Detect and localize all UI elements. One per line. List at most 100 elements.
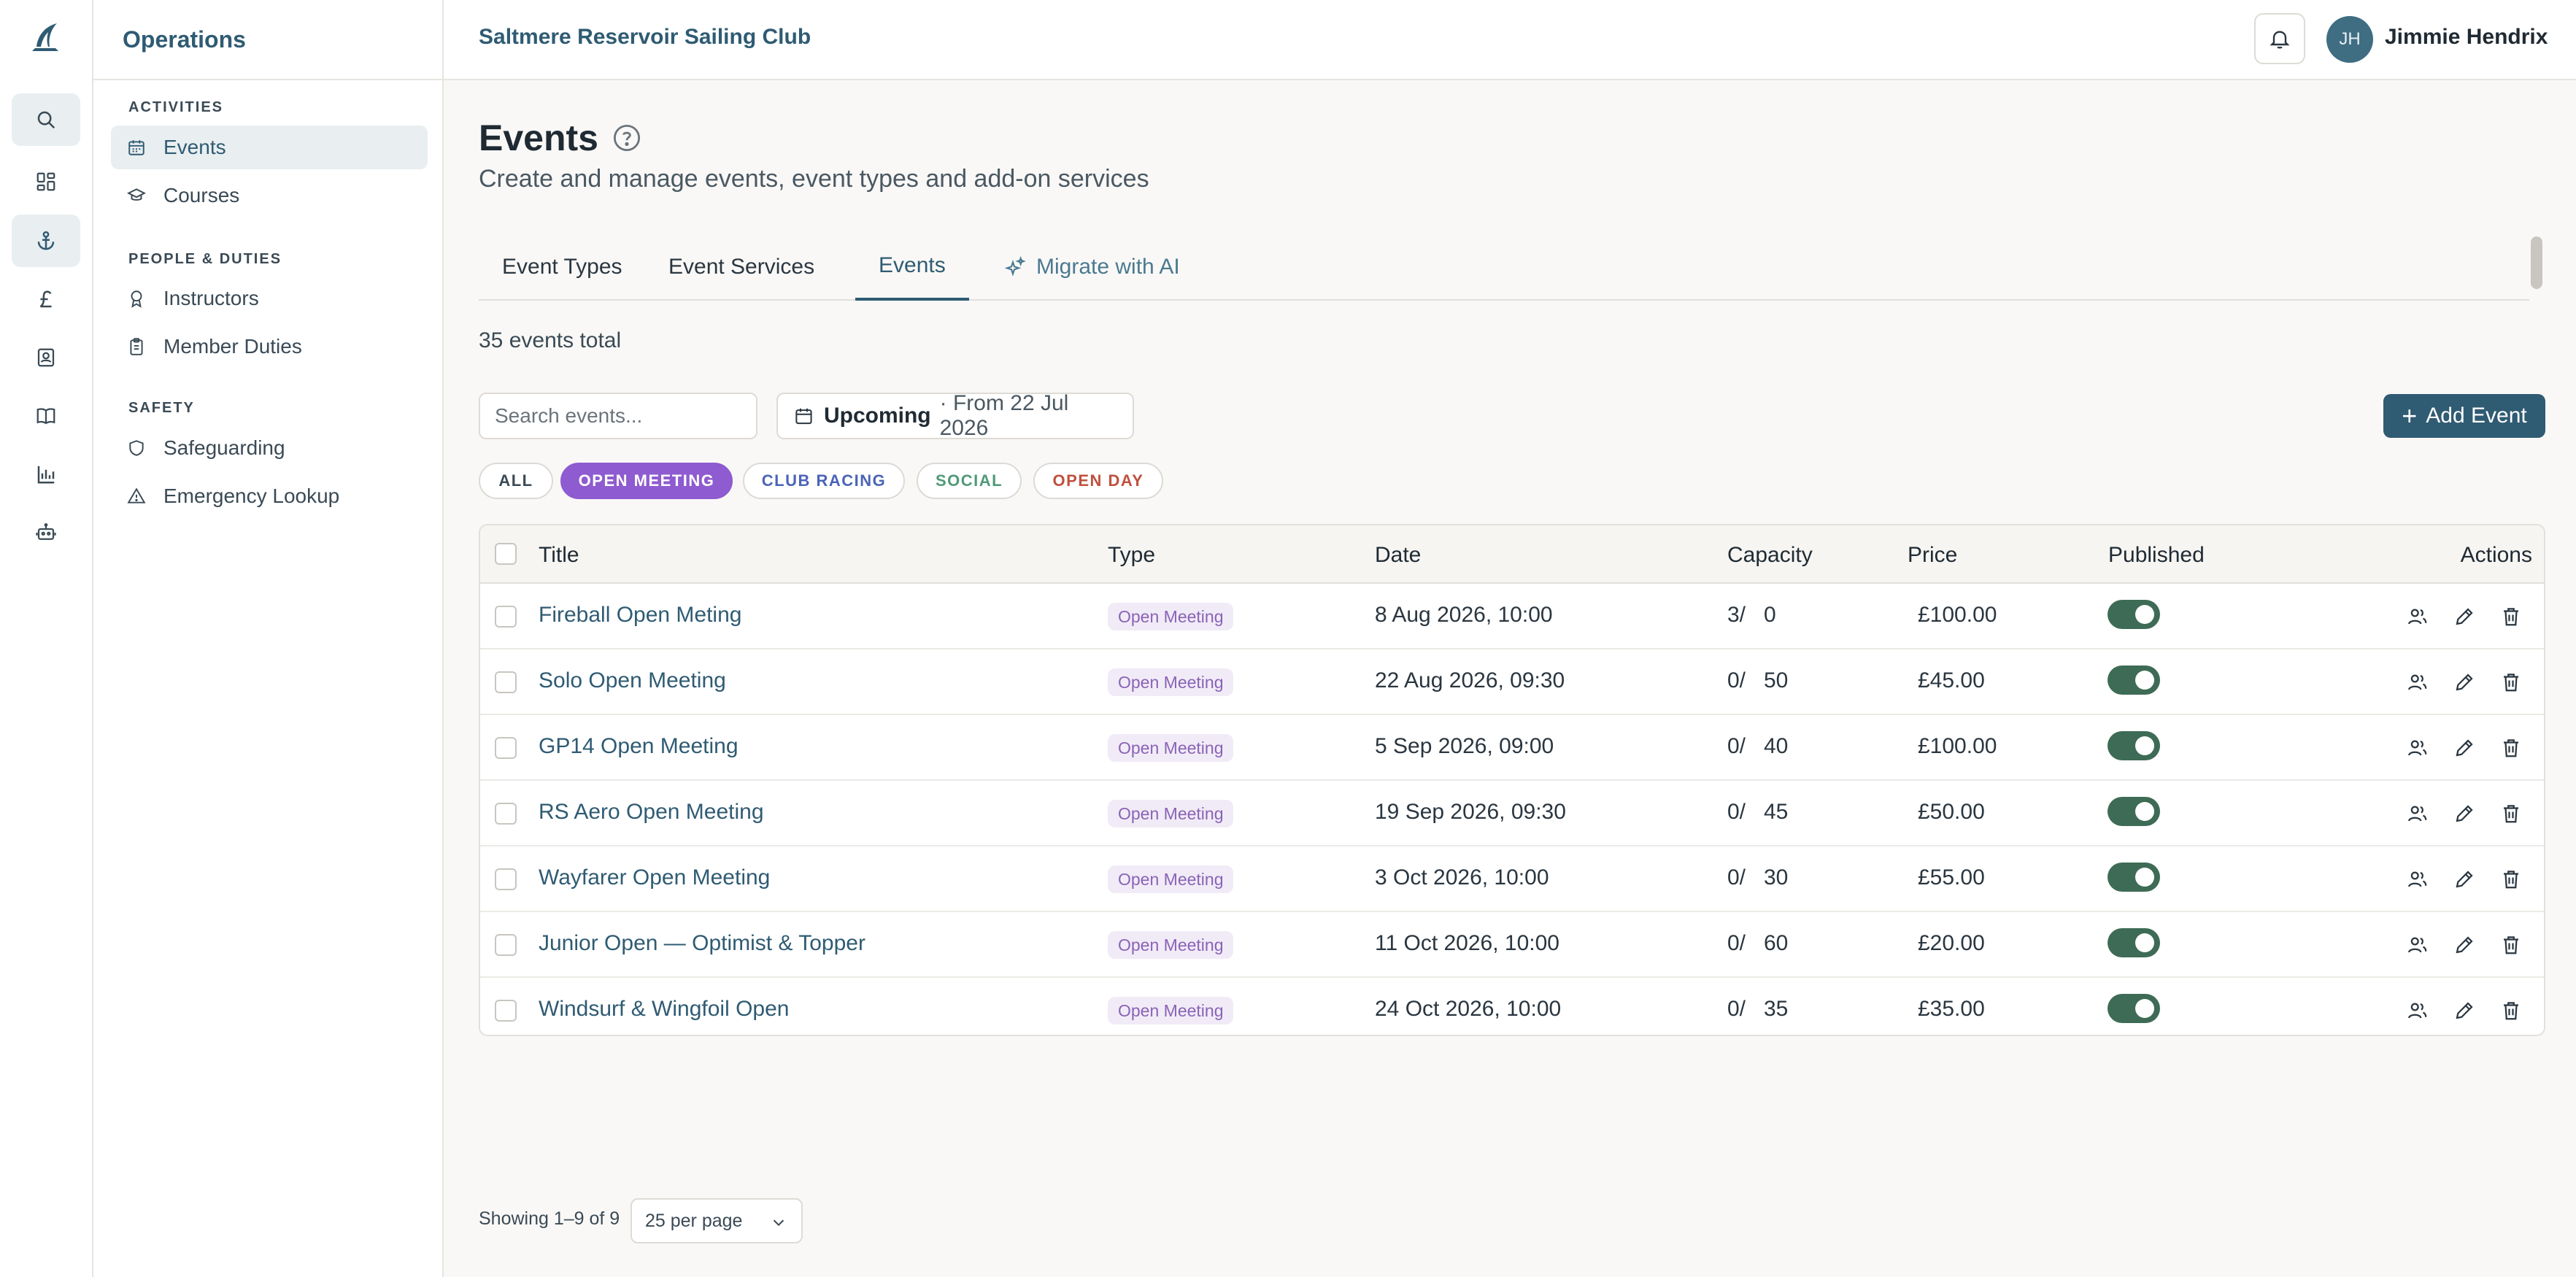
event-title-link[interactable]: Wayfarer Open Meeting xyxy=(539,865,770,890)
tab-event-types[interactable]: Event Types xyxy=(479,234,646,301)
rail-assistant-button[interactable] xyxy=(12,506,80,559)
attendees-button[interactable] xyxy=(2407,868,2429,890)
table-row[interactable]: Solo Open Meeting Open Meeting 22 Aug 2026… xyxy=(480,649,2544,715)
row-checkbox[interactable] xyxy=(495,671,517,693)
column-capacity[interactable]: Capacity xyxy=(1727,543,1813,568)
column-title[interactable]: Title xyxy=(539,543,579,568)
event-booked: 0/ xyxy=(1727,931,1746,955)
delete-trash-icon xyxy=(2504,674,2518,692)
edit-pencil-button[interactable] xyxy=(2453,868,2475,890)
row-checkbox[interactable] xyxy=(495,934,517,956)
column-type[interactable]: Type xyxy=(1108,543,1155,568)
event-title-link[interactable]: Junior Open — Optimist & Topper xyxy=(539,931,865,956)
delete-trash-button[interactable] xyxy=(2500,737,2522,759)
published-toggle[interactable] xyxy=(2108,600,2160,629)
date-filter-label: Upcoming xyxy=(823,404,931,428)
delete-trash-button[interactable] xyxy=(2500,934,2522,956)
edit-pencil-button[interactable] xyxy=(2453,737,2475,759)
row-checkbox[interactable] xyxy=(495,606,517,628)
sidebar-item-courses[interactable]: Courses xyxy=(111,174,428,217)
published-toggle[interactable] xyxy=(2108,928,2160,957)
tab-event-services[interactable]: Event Services xyxy=(645,234,838,301)
rail-members-button[interactable] xyxy=(12,331,80,384)
event-title-link[interactable]: Fireball Open Meting xyxy=(539,603,741,628)
column-date[interactable]: Date xyxy=(1375,543,1421,568)
date-filter-detail: · From 22 Jul 2026 xyxy=(939,391,1069,440)
sidebar-section-people: PEOPLE & DUTIES xyxy=(128,251,282,267)
attendees-button[interactable] xyxy=(2407,737,2429,759)
per-page-select[interactable]: 25 per page xyxy=(630,1198,803,1243)
rail-search-button[interactable] xyxy=(12,93,80,146)
attendees-button[interactable] xyxy=(2407,606,2429,628)
attendees-button[interactable] xyxy=(2407,934,2429,956)
avatar[interactable]: JH xyxy=(2326,16,2373,63)
add-event-label: Add Event xyxy=(2426,404,2527,428)
edit-pencil-button[interactable] xyxy=(2453,606,2475,628)
edit-pencil-button[interactable] xyxy=(2453,934,2475,956)
table-row[interactable]: Wayfarer Open Meeting Open Meeting 3 Oct 2… xyxy=(480,846,2544,912)
table-row[interactable]: Windsurf & Wingfoil Open Open Meeting 24 O… xyxy=(480,978,2544,1035)
rail-dashboard-button[interactable] xyxy=(12,155,80,208)
help-circle-icon[interactable] xyxy=(612,123,642,153)
table-row[interactable]: GP14 Open Meeting Open Meeting 5 Sep 2026,… xyxy=(480,715,2544,781)
user-name[interactable]: Jimmie Hendrix xyxy=(2385,25,2548,50)
tabs-scrollbar[interactable] xyxy=(2531,236,2542,289)
published-toggle[interactable] xyxy=(2108,731,2160,760)
attendees-button[interactable] xyxy=(2407,671,2429,693)
event-title-link[interactable]: Windsurf & Wingfoil Open xyxy=(539,997,789,1022)
published-toggle[interactable] xyxy=(2108,863,2160,892)
sidebar-item-member-duties[interactable]: Member Duties xyxy=(111,325,428,369)
tab-migrate-with-ai[interactable]: Migrate with AI xyxy=(981,234,1203,301)
filter-chip-open-meeting[interactable]: OPEN MEETING xyxy=(560,463,733,499)
published-toggle[interactable] xyxy=(2108,797,2160,826)
date-filter-button[interactable]: Upcoming · From 22 Jul 2026 xyxy=(776,391,1134,440)
club-logo-sail-icon[interactable] xyxy=(26,19,64,57)
event-price: £35.00 xyxy=(1918,997,1985,1021)
rail-finance-button[interactable] xyxy=(12,273,80,325)
attendees-button[interactable] xyxy=(2407,803,2429,825)
edit-pencil-button[interactable] xyxy=(2453,803,2475,825)
event-title-link[interactable]: RS Aero Open Meeting xyxy=(539,800,764,825)
event-price: £45.00 xyxy=(1918,668,1985,692)
event-title-link[interactable]: Solo Open Meeting xyxy=(539,668,726,693)
rail-operations-button[interactable] xyxy=(12,215,80,267)
rail-reports-button[interactable] xyxy=(12,448,80,501)
row-checkbox[interactable] xyxy=(495,868,517,890)
table-row[interactable]: Junior Open — Optimist & Topper Open Meet… xyxy=(480,912,2544,978)
sidebar-item-instructors[interactable]: Instructors xyxy=(111,277,428,320)
tab-events[interactable]: Events xyxy=(855,234,969,301)
delete-trash-button[interactable] xyxy=(2500,1000,2522,1022)
filter-chip-social[interactable]: SOCIAL xyxy=(917,463,1022,499)
event-title-link[interactable]: GP14 Open Meeting xyxy=(539,734,739,759)
select-all-checkbox[interactable] xyxy=(495,543,517,565)
row-checkbox[interactable] xyxy=(495,1000,517,1022)
column-price[interactable]: Price xyxy=(1908,543,1957,568)
sidebar-item-safeguarding[interactable]: Safeguarding xyxy=(111,426,428,470)
delete-trash-button[interactable] xyxy=(2500,803,2522,825)
attendees-button[interactable] xyxy=(2407,1000,2429,1022)
published-toggle[interactable] xyxy=(2108,665,2160,695)
contact-card-icon xyxy=(37,348,55,367)
row-checkbox[interactable] xyxy=(495,737,517,759)
delete-trash-button[interactable] xyxy=(2500,606,2522,628)
delete-trash-button[interactable] xyxy=(2500,671,2522,693)
published-toggle[interactable] xyxy=(2108,994,2160,1023)
search-input[interactable] xyxy=(479,393,757,439)
dashboard-icon xyxy=(36,172,55,191)
sidebar-item-events[interactable]: Events xyxy=(111,126,428,169)
delete-trash-button[interactable] xyxy=(2500,868,2522,890)
add-event-button[interactable]: + Add Event xyxy=(2383,394,2545,438)
filter-chip-all[interactable]: ALL xyxy=(479,463,553,499)
filter-chip-open-day[interactable]: OPEN DAY xyxy=(1033,463,1163,499)
column-published[interactable]: Published xyxy=(2108,543,2205,568)
sidebar-item-emergency-lookup[interactable]: Emergency Lookup xyxy=(111,474,428,518)
notifications-button[interactable] xyxy=(2254,13,2305,64)
table-row[interactable]: Fireball Open Meting Open Meeting 8 Aug 20… xyxy=(480,584,2544,649)
row-checkbox[interactable] xyxy=(495,803,517,825)
rail-docs-button[interactable] xyxy=(12,390,80,442)
table-row[interactable]: RS Aero Open Meeting Open Meeting 19 Sep 2… xyxy=(480,781,2544,846)
edit-pencil-button[interactable] xyxy=(2453,671,2475,693)
filter-chip-club-racing[interactable]: CLUB RACING xyxy=(743,463,905,499)
edit-pencil-button[interactable] xyxy=(2453,1000,2475,1022)
edit-pencil-icon xyxy=(2456,674,2473,691)
